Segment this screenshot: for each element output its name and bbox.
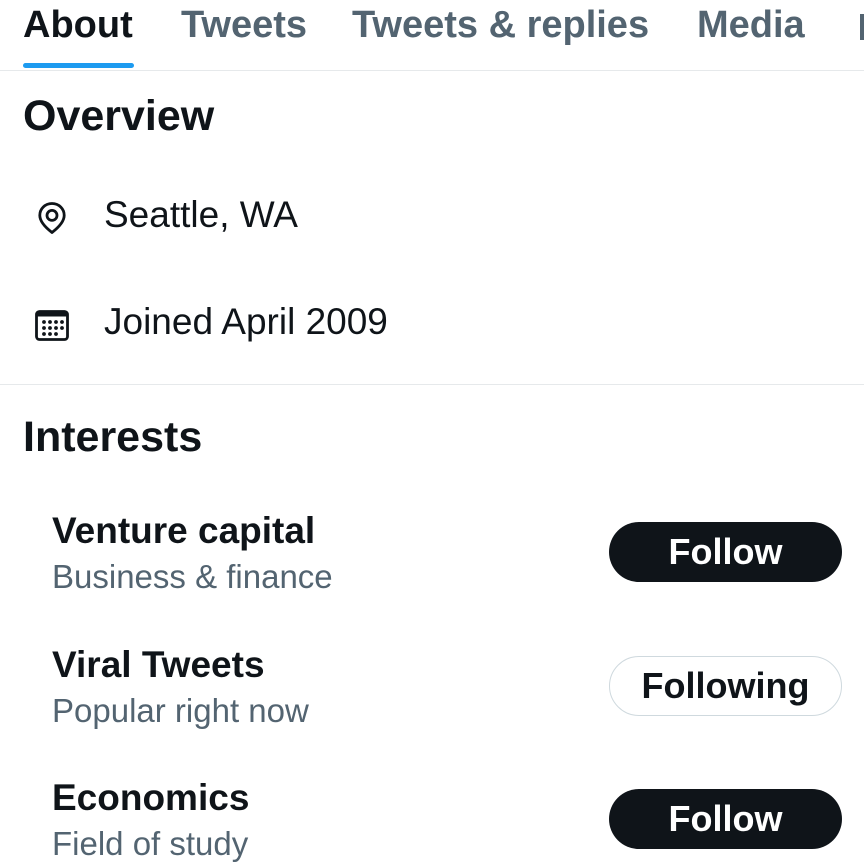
overview-heading: Overview	[23, 92, 215, 140]
tab-tweets-and-replies[interactable]: Tweets & replies	[352, 4, 649, 47]
interest-item-venture-capital[interactable]: Venture capital Business & finance Follo…	[0, 510, 864, 600]
following-button[interactable]: Following	[609, 656, 842, 716]
profile-tabs: About Tweets Tweets & replies Media	[0, 0, 864, 71]
tab-about[interactable]: About	[23, 4, 133, 47]
tab-tweets[interactable]: Tweets	[181, 4, 307, 47]
interest-category: Business & finance	[52, 558, 333, 595]
calendar-icon	[34, 307, 70, 343]
joined-date-text: Joined April 2009	[104, 301, 388, 342]
interest-item-viral-tweets[interactable]: Viral Tweets Popular right now Following	[0, 644, 864, 734]
location-pin-icon	[34, 200, 70, 236]
interest-category: Popular right now	[52, 692, 309, 729]
interest-name: Viral Tweets	[52, 644, 265, 685]
follow-button[interactable]: Follow	[609, 789, 842, 849]
joined-row: Joined April 2009	[0, 299, 864, 349]
location-row: Seattle, WA	[0, 192, 864, 242]
active-tab-indicator	[23, 63, 134, 68]
interest-category: Field of study	[52, 825, 249, 862]
follow-button[interactable]: Follow	[609, 522, 842, 582]
tab-media[interactable]: Media	[697, 4, 805, 47]
interest-name: Economics	[52, 777, 250, 818]
interest-item-economics[interactable]: Economics Field of study Follow	[0, 777, 864, 867]
tab-overflow-edge	[860, 14, 864, 40]
location-text: Seattle, WA	[104, 194, 298, 235]
interests-heading: Interests	[23, 413, 203, 461]
section-divider	[0, 384, 864, 385]
interest-name: Venture capital	[52, 510, 316, 551]
